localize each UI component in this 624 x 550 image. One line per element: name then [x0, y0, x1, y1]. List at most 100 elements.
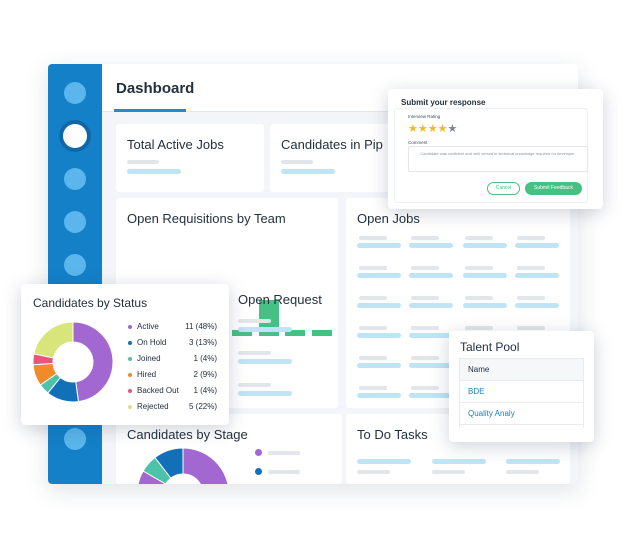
placeholder-value — [238, 391, 292, 396]
placeholder-line — [127, 160, 159, 164]
jobs-cell-value — [357, 273, 401, 278]
placeholder-line — [268, 451, 300, 455]
talent-pool-row[interactable]: Quality Analy — [460, 402, 583, 424]
nav-item-1[interactable] — [64, 82, 86, 104]
jobs-cell-label — [359, 356, 387, 360]
placeholder-line — [506, 470, 539, 474]
star-icon[interactable]: ★ — [438, 123, 448, 135]
legend-label: On Hold — [137, 338, 167, 347]
jobs-cell-label — [359, 326, 387, 330]
status-legend-row: Backed Out 1 (4%) — [128, 385, 228, 397]
jobs-cell-label — [465, 236, 493, 240]
jobs-cell-label — [411, 296, 439, 300]
legend-dot — [128, 389, 132, 393]
star-icon[interactable]: ★ — [448, 123, 458, 135]
star-icon[interactable]: ★ — [408, 123, 418, 135]
open-request-card[interactable]: Open Request — [228, 282, 342, 400]
comment-label: Comment — [408, 140, 428, 145]
legend-value: 5 (22%) — [188, 402, 217, 411]
legend-dot — [128, 405, 132, 409]
legend-label: Backed Out — [137, 386, 179, 395]
candidates-by-status-title: Candidates by Status — [33, 296, 148, 310]
total-active-jobs-card[interactable]: Total Active Jobs — [116, 124, 264, 192]
jobs-cell-value — [409, 303, 453, 308]
placeholder-line — [432, 470, 465, 474]
legend-label: Active — [137, 322, 159, 331]
placeholder-line — [281, 160, 313, 164]
jobs-cell-value — [515, 273, 559, 278]
jobs-cell-value — [463, 303, 507, 308]
jobs-cell-label — [411, 266, 439, 270]
star-icon[interactable]: ★ — [428, 123, 438, 135]
jobs-cell-value — [515, 243, 559, 248]
jobs-cell-value — [463, 243, 507, 248]
submit-response-popup: Submit your response Interview Rating ★★… — [388, 89, 603, 209]
legend-dot — [128, 357, 132, 361]
talent-pool-header-name: Name — [460, 358, 583, 380]
legend-value: 3 (13%) — [188, 338, 217, 347]
placeholder-value — [127, 169, 181, 174]
jobs-cell-label — [517, 266, 545, 270]
jobs-cell-label — [411, 356, 439, 360]
candidates-by-status-popup: Candidates by Status Active 11 (48%) On Ho… — [21, 284, 229, 425]
talent-pool-row[interactable]: BDE — [460, 380, 583, 402]
task-placeholder — [432, 459, 486, 464]
jobs-cell-label — [465, 326, 493, 330]
cancel-button[interactable]: Cancel — [487, 182, 520, 195]
active-tab-underline — [114, 109, 186, 112]
candidates-by-stage-donut — [137, 447, 229, 484]
jobs-cell-label — [359, 386, 387, 390]
legend-value: 2 (9%) — [193, 370, 217, 379]
jobs-cell-value — [409, 243, 453, 248]
placeholder-value — [238, 359, 292, 364]
total-active-jobs-title: Total Active Jobs — [127, 137, 224, 152]
placeholder-line — [357, 470, 390, 474]
star-icon[interactable]: ★ — [418, 123, 428, 135]
nav-item-4[interactable] — [64, 211, 86, 233]
jobs-cell-label — [359, 266, 387, 270]
status-slice-rejected — [33, 321, 74, 359]
legend-value: 11 (48%) — [185, 322, 217, 331]
legend-label: Rejected — [137, 402, 169, 411]
jobs-cell-value — [409, 363, 453, 368]
jobs-cell-label — [517, 326, 545, 330]
interview-rating-label: Interview Rating — [408, 114, 441, 119]
jobs-cell-label — [411, 236, 439, 240]
jobs-cell-value — [515, 303, 559, 308]
jobs-cell-value — [357, 393, 401, 398]
interview-rating-stars[interactable]: ★★★★★ — [408, 124, 457, 135]
legend-value: 1 (4%) — [193, 354, 217, 363]
candidates-pipeline-title: Candidates in Pip — [281, 137, 383, 152]
jobs-cell-value — [357, 363, 401, 368]
jobs-cell-value — [357, 303, 401, 308]
placeholder-line — [268, 470, 300, 474]
legend-dot — [128, 341, 132, 345]
placeholder-line — [238, 383, 271, 387]
status-legend-row: On Hold 3 (13%) — [128, 337, 228, 349]
page-title: Dashboard — [116, 80, 195, 97]
talent-pool-popup: Talent Pool Name BDE Quality Analy — [449, 331, 594, 442]
placeholder-line — [238, 319, 271, 323]
jobs-cell-label — [359, 296, 387, 300]
candidates-by-stage-title: Candidates by Stage — [127, 427, 248, 442]
placeholder-value — [281, 169, 335, 174]
nav-item-5[interactable] — [64, 254, 86, 276]
nav-item-2-active[interactable] — [63, 124, 87, 148]
jobs-cell-value — [463, 273, 507, 278]
comment-textarea[interactable]: Candidate was confident and well versed … — [408, 146, 588, 172]
submit-feedback-button[interactable]: Submit Feedback — [525, 182, 582, 195]
status-legend-row: Joined 1 (4%) — [128, 353, 228, 365]
nav-item-9[interactable] — [64, 428, 86, 450]
legend-dot — [128, 373, 132, 377]
jobs-cell-value — [357, 243, 401, 248]
open-request-title: Open Request — [238, 292, 322, 307]
legend-value: 1 (4%) — [193, 386, 217, 395]
legend-label: Hired — [137, 370, 157, 379]
to-do-tasks-title: To Do Tasks — [357, 427, 428, 442]
legend-label: Joined — [137, 354, 161, 363]
task-placeholder — [357, 459, 411, 464]
status-legend-row: Active 11 (48%) — [128, 321, 228, 333]
jobs-cell-value — [357, 333, 401, 338]
status-legend-row: Rejected 5 (22%) — [128, 401, 228, 413]
nav-item-3[interactable] — [64, 168, 86, 190]
